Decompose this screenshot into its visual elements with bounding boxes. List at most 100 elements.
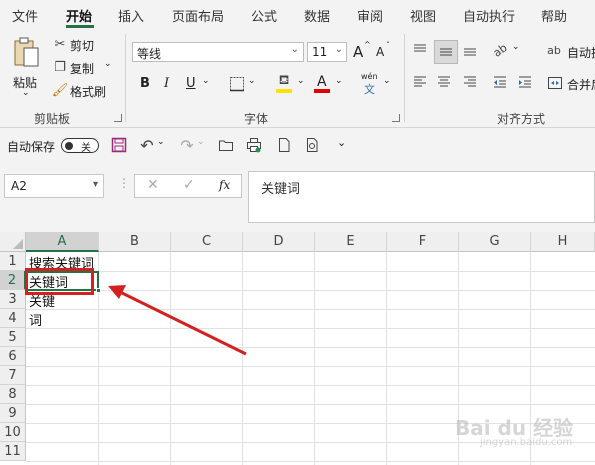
redo-icon: ↷: [180, 135, 194, 155]
caret-up-icon: ^: [364, 40, 371, 49]
customize-toolbar-icon[interactable]: ⌄: [337, 136, 346, 149]
borders-button[interactable]: ⌄: [229, 76, 261, 94]
row-header-4[interactable]: 4: [0, 309, 26, 328]
tab-file[interactable]: 文件: [12, 6, 38, 25]
paste-button[interactable]: 粘贴 ⌄: [8, 34, 46, 100]
chevron-down-icon: ▾: [92, 179, 98, 190]
font-name-select[interactable]: 等线 ⌄: [132, 42, 304, 62]
print-preview-button[interactable]: [304, 137, 322, 155]
tab-review[interactable]: 审阅: [357, 6, 383, 25]
paste-icon: [14, 37, 39, 67]
underline-button[interactable]: U: [186, 76, 196, 91]
row-header-11[interactable]: 11: [0, 442, 26, 461]
align-bottom-button[interactable]: [462, 42, 482, 62]
align-left-icon: [414, 76, 426, 87]
row-header-1[interactable]: 1: [0, 252, 26, 271]
chevron-down-icon[interactable]: ⌄: [202, 76, 210, 86]
name-box[interactable]: A2 ▾: [4, 174, 104, 198]
tab-automate[interactable]: 自动执行: [463, 6, 515, 25]
column-header-d[interactable]: D: [243, 232, 315, 252]
row-header-7[interactable]: 7: [0, 366, 26, 385]
gridline: [26, 366, 595, 367]
increase-font-label: A: [353, 43, 364, 61]
phonetic-button[interactable]: wén 文 ⌄: [360, 72, 394, 96]
column-header-h[interactable]: H: [531, 232, 595, 252]
font-size-select[interactable]: 11 ⌄: [307, 42, 347, 62]
column-header-c[interactable]: C: [171, 232, 243, 252]
align-top-button[interactable]: [412, 42, 432, 62]
column-header-f[interactable]: F: [387, 232, 459, 252]
brush-icon: 🖌: [51, 82, 69, 98]
row-header-5[interactable]: 5: [0, 328, 26, 347]
formula-controls: ✕ ✓ fx: [134, 174, 242, 198]
tab-page-layout[interactable]: 页面布局: [172, 6, 224, 25]
tab-help[interactable]: 帮助: [541, 6, 567, 25]
align-middle-button[interactable]: [434, 40, 458, 64]
gridline: [26, 328, 595, 329]
chevron-down-icon: ⌄: [335, 76, 343, 86]
format-painter-button[interactable]: 🖌 格式刷: [52, 82, 114, 100]
clipboard-dialog-launcher[interactable]: [114, 114, 122, 122]
align-right-button[interactable]: [462, 74, 482, 94]
open-button[interactable]: [218, 137, 236, 155]
italic-button[interactable]: I: [164, 76, 169, 91]
fill-color-button[interactable]: ⛾ ⌄: [276, 73, 310, 94]
cancel-icon[interactable]: ✕: [147, 177, 159, 193]
select-all-button[interactable]: [0, 232, 26, 252]
column-header-b[interactable]: B: [99, 232, 171, 252]
folder-icon: [219, 140, 233, 151]
increase-indent-button[interactable]: [517, 74, 537, 94]
check-icon[interactable]: ✓: [183, 177, 195, 193]
group-divider: [404, 34, 405, 122]
column-header-e[interactable]: E: [315, 232, 387, 252]
bold-button[interactable]: B: [140, 76, 150, 91]
merge-center-button[interactable]: 合并后: [545, 74, 595, 94]
gridline: [26, 290, 595, 291]
chevron-down-icon: ⌄: [383, 76, 391, 86]
gridline: [26, 461, 595, 462]
row-header-3[interactable]: 3: [0, 290, 26, 309]
print-button[interactable]: [246, 137, 264, 155]
column-header-g[interactable]: G: [459, 232, 531, 252]
increase-font-button[interactable]: A ^: [352, 40, 372, 62]
tab-home[interactable]: 开始: [66, 6, 92, 25]
row-header-6[interactable]: 6: [0, 347, 26, 366]
formula-input[interactable]: 关键词: [248, 171, 595, 223]
save-button[interactable]: [111, 137, 129, 155]
font-color-label: A: [317, 74, 327, 90]
undo-button[interactable]: ↶ ⌄: [138, 136, 168, 156]
font-dialog-launcher[interactable]: [392, 114, 400, 122]
insert-function-button[interactable]: fx: [219, 178, 230, 192]
row-header-9[interactable]: 9: [0, 404, 26, 423]
autosave-toggle[interactable]: 关: [61, 138, 99, 154]
align-left-button[interactable]: [412, 74, 432, 94]
decrease-font-label: A: [376, 45, 385, 59]
row-header-2[interactable]: 2: [0, 271, 26, 290]
decrease-indent-button[interactable]: [492, 74, 512, 94]
row-header-8[interactable]: 8: [0, 385, 26, 404]
column-header-a[interactable]: A: [26, 232, 99, 252]
tab-insert[interactable]: 插入: [118, 6, 144, 25]
row-header-10[interactable]: 10: [0, 423, 26, 442]
chevron-down-icon: ⌄: [297, 76, 305, 86]
orientation-button[interactable]: ab ⌄: [491, 41, 522, 62]
wrap-text-button[interactable]: ab 自动换: [545, 42, 595, 62]
alignment-group-label: 对齐方式: [497, 112, 546, 126]
align-center-button[interactable]: [436, 74, 456, 94]
new-document-button[interactable]: [276, 137, 294, 155]
font-color-button[interactable]: A ⌄: [314, 74, 348, 94]
tab-data[interactable]: 数据: [304, 6, 330, 25]
redo-button[interactable]: ↷ ⌄: [178, 136, 208, 156]
cut-button[interactable]: ✂ 剪切: [52, 36, 112, 54]
align-top-icon: [414, 44, 426, 52]
decrease-font-button[interactable]: A ˇ: [375, 41, 395, 62]
formula-bar: A2 ▾ ⋮ ✕ ✓ fx 关键词: [0, 162, 595, 232]
fill-handle[interactable]: [96, 288, 101, 293]
copy-button[interactable]: ❐ 复制 ⌄: [52, 59, 114, 77]
save-icon: [111, 137, 127, 153]
cell-a4[interactable]: 词: [29, 310, 42, 329]
formula-content: 关键词: [261, 182, 301, 197]
tab-view[interactable]: 视图: [410, 6, 436, 25]
font-name-value: 等线: [137, 47, 162, 61]
tab-formulas[interactable]: 公式: [251, 6, 277, 25]
